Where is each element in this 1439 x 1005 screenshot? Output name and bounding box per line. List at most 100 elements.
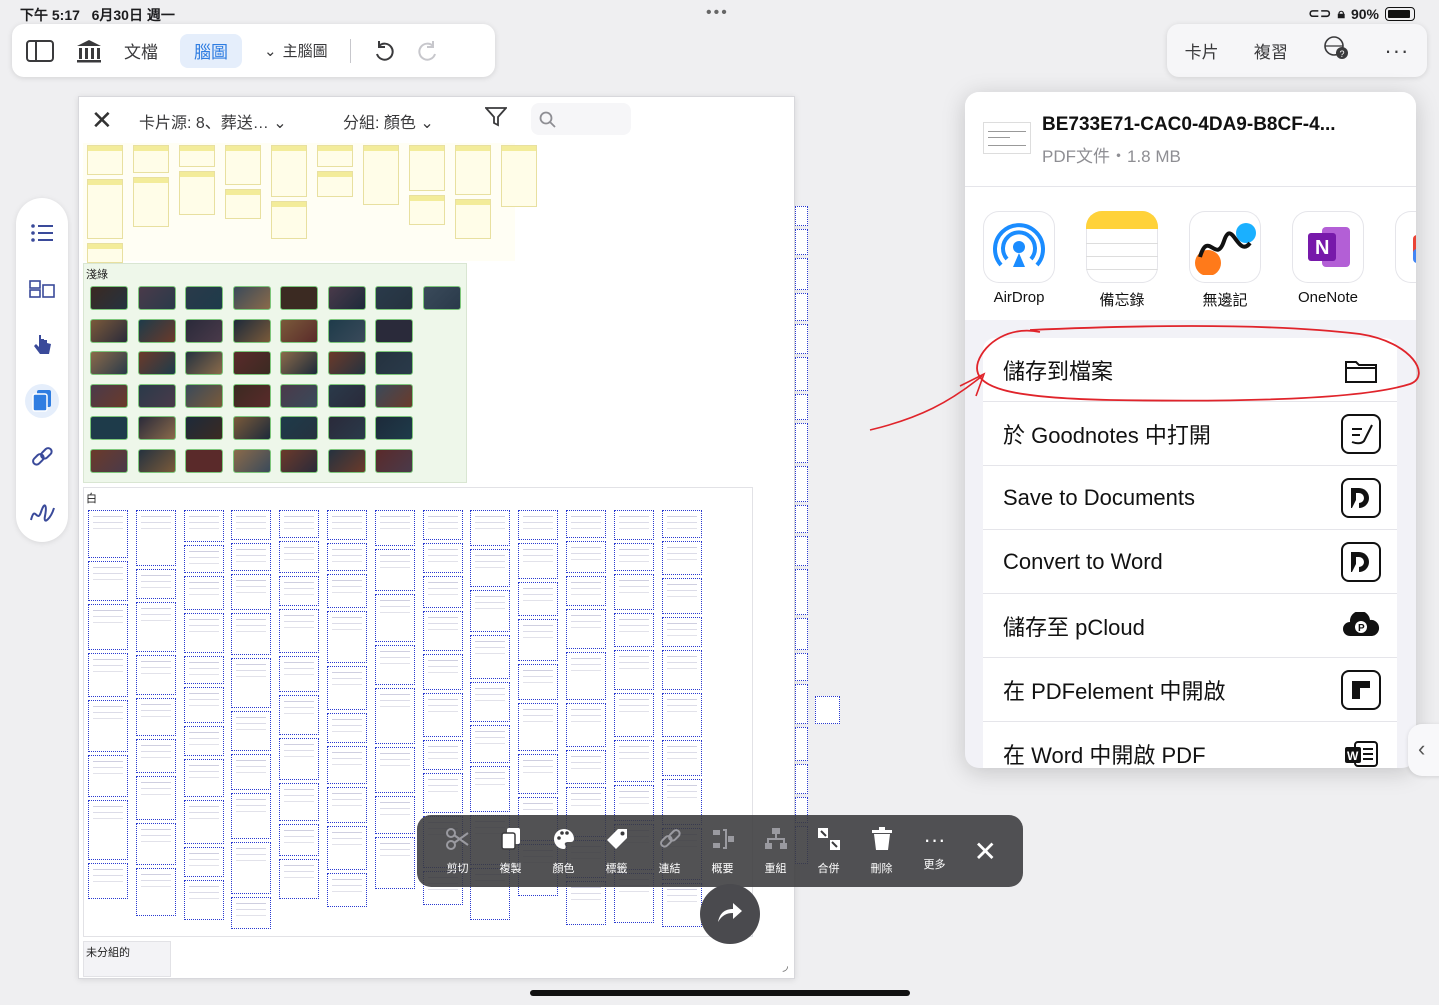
link-icon[interactable] [25, 440, 59, 474]
mindmap-card[interactable] [183, 510, 224, 542]
image-card[interactable] [90, 286, 128, 310]
link-button[interactable]: 連結 [643, 827, 696, 876]
mindmap-card[interactable] [374, 747, 415, 793]
image-card[interactable] [137, 318, 176, 343]
mindmap-card[interactable] [279, 738, 320, 780]
close-icon[interactable]: ✕ [974, 835, 997, 868]
mindmap-card[interactable] [88, 863, 128, 899]
filter-icon[interactable] [483, 107, 509, 132]
mindmap-card[interactable] [795, 618, 808, 650]
mindmap-card[interactable] [88, 561, 128, 601]
card-thumbnail[interactable] [501, 145, 537, 207]
card-copy-icon[interactable] [25, 384, 59, 418]
mindmap-card[interactable] [231, 842, 272, 894]
app-onenote[interactable]: N OneNote [1292, 211, 1364, 306]
mindmap-card[interactable] [613, 574, 654, 610]
mindmap-card[interactable] [88, 800, 128, 860]
card-thumbnail[interactable] [409, 145, 445, 191]
card-thumbnail[interactable] [87, 145, 123, 175]
app-airdrop[interactable]: AirDrop [983, 211, 1055, 306]
mindmap-card[interactable] [566, 510, 606, 538]
mindmap-card[interactable] [422, 773, 463, 813]
image-card[interactable] [137, 448, 176, 473]
mindmap-card[interactable] [422, 543, 463, 573]
mindmap-card[interactable] [661, 883, 702, 927]
image-card[interactable] [185, 351, 223, 375]
card-thumbnail[interactable] [317, 145, 353, 167]
mindmap-tab[interactable]: 腦圖 [180, 33, 242, 68]
card-thumbnail[interactable] [455, 145, 491, 195]
mindmap-card[interactable] [795, 229, 808, 255]
mindmap-card[interactable] [795, 653, 808, 681]
mindmap-card[interactable] [135, 569, 176, 599]
share-button[interactable] [700, 884, 760, 944]
mindmap-card[interactable] [422, 576, 463, 608]
card-thumbnail[interactable] [271, 145, 307, 197]
card-thumbnail[interactable] [363, 145, 399, 205]
mindmap-card[interactable] [422, 654, 463, 690]
image-card[interactable] [137, 416, 176, 440]
card-thumbnail[interactable] [271, 201, 307, 239]
image-card[interactable] [90, 318, 128, 343]
image-card[interactable] [327, 351, 366, 375]
mindmap-card[interactable] [279, 783, 320, 821]
mindmap-card[interactable] [422, 693, 463, 737]
card-thumbnail[interactable] [179, 145, 215, 167]
multitasking-dots-icon[interactable]: ••• [706, 4, 729, 22]
mindmap-card[interactable] [183, 545, 224, 573]
image-card[interactable] [232, 383, 271, 408]
group-by-selector[interactable]: 分組: 顏色 ⌄ [343, 109, 434, 133]
image-card[interactable] [185, 448, 223, 473]
mindmap-card[interactable] [279, 576, 320, 606]
mindmap-card[interactable] [470, 725, 511, 763]
mindmap-card[interactable] [183, 613, 224, 653]
cut-button[interactable]: 剪切 [431, 827, 484, 876]
mindmap-card[interactable] [795, 394, 808, 420]
mindmap-card[interactable] [279, 656, 320, 692]
mindmap-card[interactable] [613, 693, 654, 737]
app-partial[interactable]: C [1395, 211, 1416, 306]
mindmap-card[interactable] [374, 645, 415, 685]
mindmap-card[interactable] [183, 759, 224, 797]
mindmap-card[interactable] [795, 569, 808, 615]
image-card[interactable] [90, 448, 128, 473]
redo-icon[interactable] [417, 34, 439, 68]
mindmap-card[interactable] [231, 711, 272, 751]
mindmap-card[interactable] [327, 873, 367, 907]
mindmap-card[interactable] [661, 740, 702, 776]
resize-handle-icon[interactable]: ◞ [783, 957, 788, 974]
theme-selector[interactable]: ⌄ 主腦圖 [264, 40, 328, 61]
card-thumbnail[interactable] [87, 179, 123, 239]
mindmap-card[interactable] [422, 510, 463, 540]
mindmap-card[interactable] [327, 713, 367, 743]
mindmap-card[interactable] [231, 658, 272, 708]
mindmap-card[interactable] [327, 826, 367, 870]
card-thumbnail[interactable] [409, 195, 445, 225]
mindmap-card[interactable] [795, 505, 808, 533]
pointer-hand-icon[interactable] [25, 328, 59, 362]
mindmap-card[interactable] [88, 653, 128, 697]
card-thumbnail[interactable] [87, 243, 123, 263]
image-card[interactable] [375, 286, 413, 310]
open-in-word-action[interactable]: 在 Word 中開啟 PDF W [983, 722, 1397, 768]
mindmap-card[interactable] [135, 739, 176, 773]
mindmap-card[interactable] [374, 796, 415, 834]
more-icon[interactable]: ··· [1384, 38, 1409, 64]
mindmap-card[interactable] [795, 357, 808, 391]
card-thumbnail[interactable] [455, 199, 491, 239]
mindmap-card[interactable] [374, 594, 415, 642]
image-card[interactable] [280, 416, 318, 440]
mindmap-card[interactable] [88, 510, 128, 558]
mindmap-card[interactable] [661, 650, 702, 690]
image-card[interactable] [327, 416, 366, 440]
image-card[interactable] [137, 351, 176, 375]
mindmap-card[interactable] [613, 613, 654, 647]
image-card[interactable] [280, 286, 318, 310]
mindmap-card[interactable] [613, 740, 654, 782]
list-icon[interactable] [25, 216, 59, 250]
image-card[interactable] [375, 383, 413, 408]
mindmap-card[interactable] [327, 611, 367, 663]
mindmap-card[interactable] [279, 695, 320, 735]
image-card[interactable] [137, 383, 176, 408]
mindmap-card[interactable] [88, 604, 128, 650]
